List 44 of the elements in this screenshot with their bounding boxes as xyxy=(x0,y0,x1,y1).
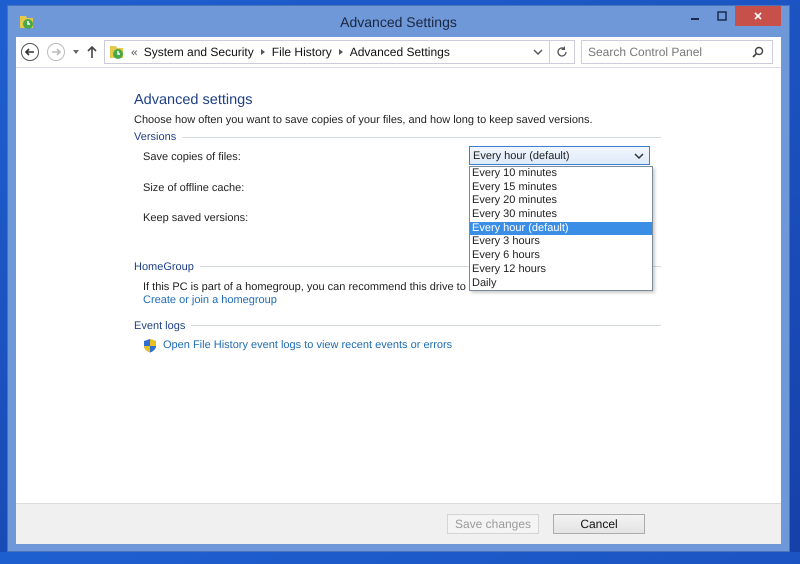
dropdown-option[interactable]: Every 15 minutes xyxy=(470,180,652,194)
dropdown-option[interactable]: Every 6 hours xyxy=(470,249,652,263)
shield-icon xyxy=(143,338,157,352)
dropdown-option[interactable]: Every 30 minutes xyxy=(470,208,652,222)
search-field[interactable]: Search Control Panel xyxy=(581,40,773,64)
setting-label: Size of offline cache: xyxy=(143,182,244,194)
up-arrow-icon[interactable] xyxy=(86,45,98,59)
dropdown-option[interactable]: Daily xyxy=(470,276,652,290)
frequency-dropdown[interactable]: Every hour (default) xyxy=(469,146,650,165)
breadcrumb[interactable]: File History xyxy=(272,45,332,59)
homegroup-text: If this PC is part of a homegroup, you can recommend this drive to xyxy=(143,280,466,292)
section-title: Event logs xyxy=(134,320,186,332)
dropdown-arrow-icon[interactable] xyxy=(72,48,80,56)
description: Choose how often you want to save copies of your files, and how long to keep saved versions. xyxy=(134,114,594,126)
close-button[interactable] xyxy=(735,6,781,26)
breadcrumb[interactable]: System and Security xyxy=(144,45,254,59)
chevron-down-icon xyxy=(634,152,644,160)
dropdown-option[interactable]: Every 20 minutes xyxy=(470,194,652,208)
chevron-down-icon[interactable] xyxy=(533,48,543,56)
address-bar[interactable]: « System and Security File History Advanced Settings xyxy=(104,40,575,64)
setting-label: Keep saved versions: xyxy=(143,212,248,224)
section-title: Versions xyxy=(134,131,176,143)
back-icon[interactable] xyxy=(20,42,40,62)
separator-arrow-icon[interactable] xyxy=(338,48,344,56)
page-heading: Advanced settings xyxy=(134,92,254,108)
homegroup-link[interactable]: Create or join a homegroup xyxy=(134,294,661,306)
maximize-icon xyxy=(716,11,726,21)
overflow-chevron[interactable]: « xyxy=(131,45,138,59)
search-icon xyxy=(752,46,764,58)
file-history-icon xyxy=(109,44,125,60)
dropdown-option[interactable]: Every 10 minutes xyxy=(470,167,652,181)
breadcrumb[interactable]: Advanced Settings xyxy=(350,45,450,59)
dropdown-option[interactable]: Every 3 hours xyxy=(470,235,652,250)
cancel-button[interactable]: Cancel xyxy=(553,514,645,534)
refresh-icon xyxy=(556,46,568,58)
separator-arrow-icon[interactable] xyxy=(260,48,266,56)
section-title: HomeGroup xyxy=(134,260,194,272)
file-history-icon xyxy=(19,14,35,30)
close-icon xyxy=(753,11,763,21)
minimize-icon xyxy=(690,18,698,20)
setting-label: Save copies of files: xyxy=(143,151,241,163)
event-logs-link[interactable]: Open File History event logs to view recent events or errors xyxy=(163,339,452,351)
dropdown-option[interactable]: Every 12 hours xyxy=(470,262,652,276)
window-title: Advanced Settings xyxy=(340,14,457,30)
